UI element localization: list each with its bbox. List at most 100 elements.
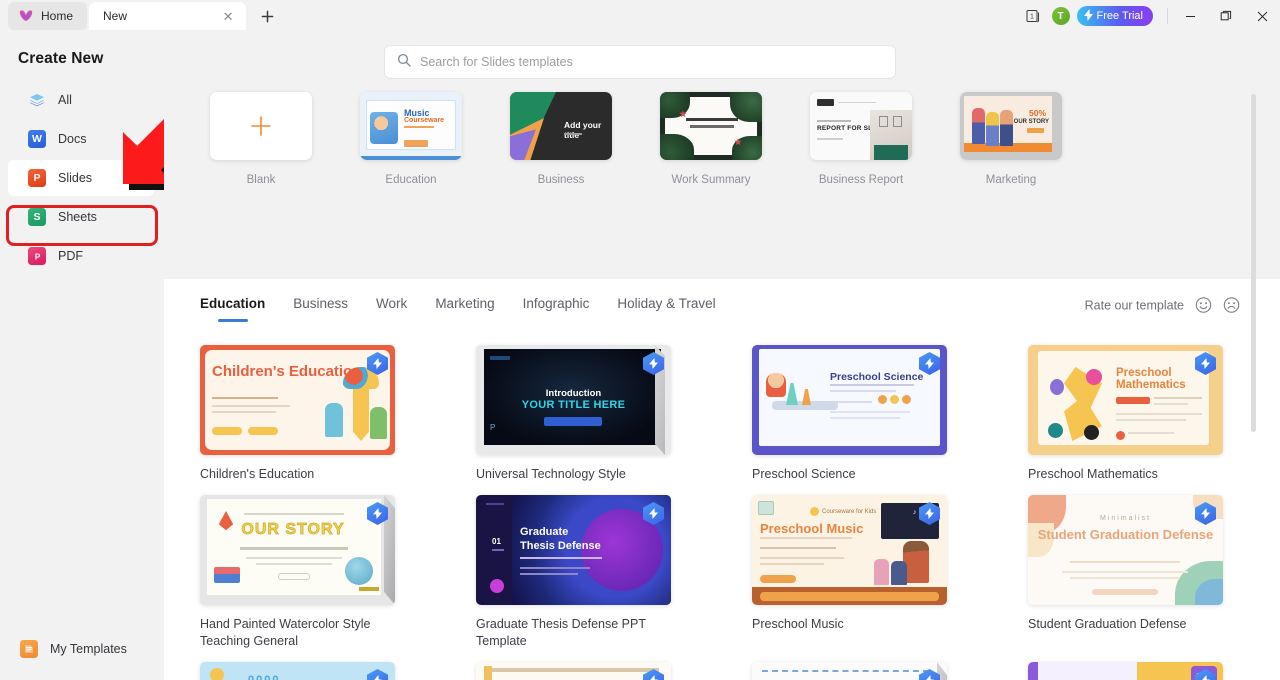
- svg-text:P: P: [34, 252, 40, 261]
- thumb-title: Preschool Music: [760, 521, 863, 536]
- quick-create-marketing[interactable]: 50% OUR STORY Marketing: [936, 92, 1086, 272]
- smile-icon[interactable]: [1195, 297, 1212, 314]
- thumbnail: Music Courseware: [360, 92, 462, 160]
- minimize-button[interactable]: [1172, 0, 1208, 32]
- thumb-kicker: Courseware for Kids: [822, 509, 876, 515]
- search-icon: [397, 53, 411, 72]
- template-name: Preschool Science: [752, 466, 952, 483]
- tab-home-label: Home: [41, 9, 73, 23]
- sidebar-item-label: My Templates: [50, 642, 127, 656]
- document-icon: [20, 640, 38, 658]
- thumb-title: Add your title: [564, 120, 612, 140]
- template-name: Student Graduation Defense: [1028, 616, 1228, 633]
- tab-new[interactable]: New ✕: [89, 2, 246, 30]
- tab-new-label: New: [103, 9, 213, 23]
- titlebar-divider: [1167, 8, 1168, 24]
- thumbnail: REPORT FOR SLIDE: [810, 92, 912, 160]
- sidebar-item-docs[interactable]: W Docs: [8, 121, 154, 157]
- avatar[interactable]: T: [1052, 7, 1070, 25]
- layers-icon: [28, 91, 46, 109]
- sidebar-item-my-templates[interactable]: My Templates: [0, 632, 164, 666]
- rate-template-label: Rate our template: [1085, 298, 1184, 312]
- thumbnail: Add your title: [510, 92, 612, 160]
- thumbnail: 0000 Preschool English: [200, 662, 395, 680]
- category-tab-bar: Education Business Work Marketing Infogr…: [164, 279, 1280, 331]
- tab-marketing[interactable]: Marketing: [435, 296, 494, 315]
- pdf-icon: P: [28, 247, 46, 265]
- quick-create-education[interactable]: Music Courseware Education: [336, 92, 486, 272]
- rate-template-group: Rate our template: [1085, 297, 1240, 314]
- frown-icon[interactable]: [1223, 297, 1240, 314]
- template-name: Children's Education: [200, 466, 400, 483]
- thumb-title: Graduate Thesis Defense: [520, 525, 606, 553]
- titlebar-right: 1 T Free Trial: [1019, 0, 1280, 32]
- template-card[interactable]: Introduction YOUR TITLE HERE P Universal…: [476, 345, 752, 483]
- close-window-button[interactable]: [1244, 0, 1280, 32]
- main-content: Blank Music Courseware Education Add: [164, 32, 1280, 680]
- sidebar-item-slides[interactable]: P Slides: [8, 160, 154, 196]
- thumb-subtitle: YOUR TITLE HERE: [476, 399, 671, 411]
- window-count-icon[interactable]: 1: [1019, 0, 1049, 32]
- sidebar-nav: All W Docs P Slides S Sheets P PDF: [0, 82, 164, 274]
- template-card[interactable]: Minimalist Student Graduation Defense St…: [1028, 495, 1280, 650]
- vertical-scrollbar[interactable]: [1251, 94, 1256, 432]
- page-title: Create New: [0, 32, 164, 68]
- sidebar-item-sheets[interactable]: S Sheets: [8, 199, 154, 235]
- quick-create-label: Business: [538, 174, 585, 186]
- sidebar-item-pdf[interactable]: P PDF: [8, 238, 154, 274]
- thumbnail: OUR STORY: [200, 495, 395, 605]
- quick-create-strip: Blank Music Courseware Education Add: [164, 92, 1250, 272]
- template-card[interactable]: Preschool Mathematics: [1028, 345, 1280, 483]
- lightning-icon: [1084, 9, 1093, 24]
- thumbnail: [660, 92, 762, 160]
- template-card[interactable]: Preschool Science: [752, 345, 1028, 483]
- template-card[interactable]: Middle School History Courseware Middle …: [476, 662, 752, 680]
- template-grid: Children's Education Children's Educatio…: [164, 331, 1280, 680]
- quick-create-label: Business Report: [819, 174, 903, 186]
- tab-holiday-travel[interactable]: Holiday & Travel: [617, 296, 715, 315]
- search-bar[interactable]: [384, 45, 896, 79]
- wps-logo-icon: [18, 9, 34, 23]
- free-trial-button[interactable]: Free Trial: [1077, 6, 1153, 26]
- tab-work[interactable]: Work: [376, 296, 407, 315]
- sidebar-item-label: Slides: [58, 171, 92, 185]
- sidebar-item-all[interactable]: All: [8, 82, 154, 118]
- quick-create-label: Marketing: [986, 174, 1037, 186]
- search-input[interactable]: [420, 55, 883, 69]
- template-name: Preschool Mathematics: [1028, 466, 1228, 483]
- thumbnail: Minimalist Student Graduation Defense: [1028, 495, 1223, 605]
- template-card[interactable]: Preschool Music Courseware for Kids ♪ ♫ …: [752, 495, 1028, 650]
- quick-create-business-report[interactable]: REPORT FOR SLIDE Business Report: [786, 92, 936, 272]
- thumb-title: Children's Education: [212, 363, 361, 380]
- sheets-s-icon: S: [28, 208, 46, 226]
- template-name: Universal Technology Style: [476, 466, 676, 483]
- quick-create-blank[interactable]: Blank: [186, 92, 336, 272]
- template-name: Graduate Thesis Defense PPT Template: [476, 616, 676, 650]
- template-card[interactable]: OUR STORY Hand Painted Watercolor Styl: [200, 495, 476, 650]
- template-card[interactable]: Children's Education Children's Educatio…: [200, 345, 476, 483]
- tab-infographic[interactable]: Infographic: [523, 296, 590, 315]
- template-card[interactable]: Preschool Kids Preschool Kids: [1028, 662, 1280, 680]
- quick-create-label: Blank: [247, 174, 276, 186]
- maximize-button[interactable]: [1208, 0, 1244, 32]
- tab-business[interactable]: Business: [293, 296, 348, 315]
- template-card[interactable]: Graduate Thesis Defense 01 Graduate Thes…: [476, 495, 752, 650]
- thumbnail: Preschool Science: [752, 345, 947, 455]
- template-card[interactable]: 0000 Preschool English Preschool English: [200, 662, 476, 680]
- close-icon[interactable]: ✕: [220, 8, 236, 24]
- slides-p-icon: P: [28, 169, 46, 187]
- thumbnail: Graduate Thesis Defense 01: [476, 495, 671, 605]
- template-grid-scroll-area: Children's Education Children's Educatio…: [164, 331, 1280, 680]
- new-tab-button[interactable]: [254, 3, 280, 29]
- title-bar: Home New ✕ 1 T Free Trial: [0, 0, 1280, 32]
- thumbnail: [752, 662, 947, 680]
- template-card[interactable]: Whiteboard Teaching: [752, 662, 1028, 680]
- sidebar-item-label: PDF: [58, 249, 83, 263]
- thumbnail: 50% OUR STORY: [960, 92, 1062, 160]
- template-name: Preschool Music: [752, 616, 952, 633]
- tab-education[interactable]: Education: [200, 296, 265, 315]
- thumb-title: Preschool Science: [830, 371, 923, 383]
- tab-home[interactable]: Home: [8, 2, 87, 30]
- quick-create-business[interactable]: Add your title Business: [486, 92, 636, 272]
- quick-create-work-summary[interactable]: Work Summary: [636, 92, 786, 272]
